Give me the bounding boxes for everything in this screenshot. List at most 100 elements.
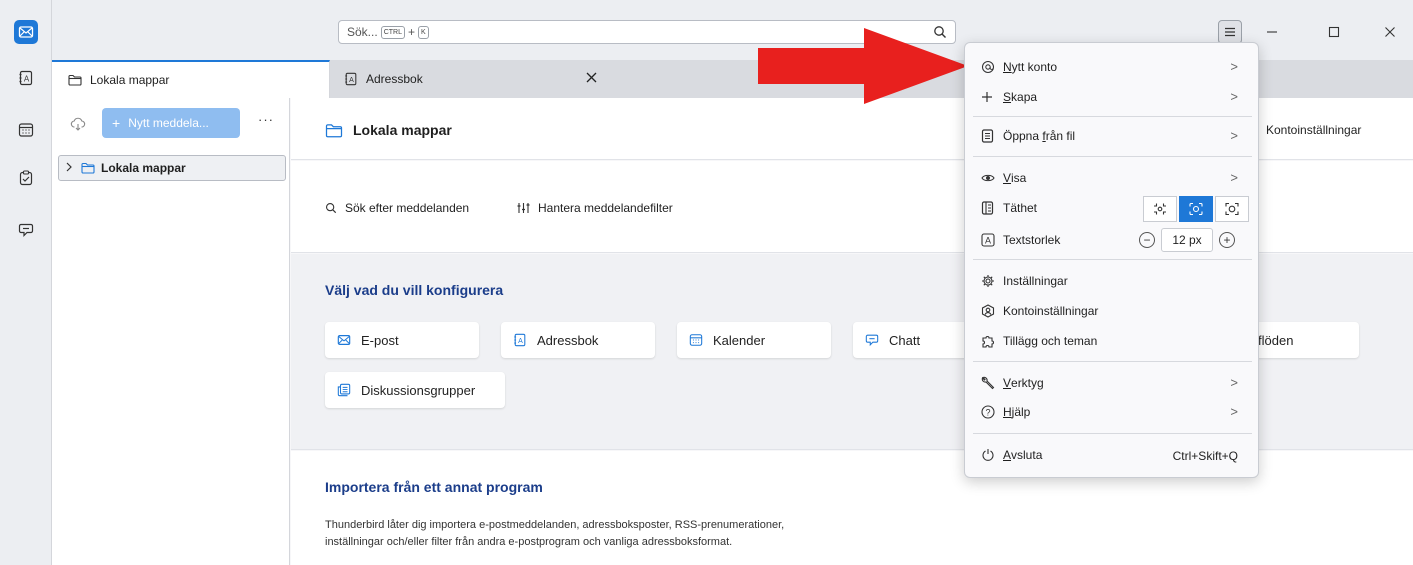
folder-label: Lokala mappar — [101, 161, 186, 175]
svg-text:A: A — [518, 338, 523, 345]
menu-label: ytt konto — [1011, 60, 1058, 74]
eye-icon — [981, 173, 1003, 183]
search-kbd-ctrl: CTRL — [380, 25, 405, 39]
menu-label: Inställningar — [1003, 274, 1068, 288]
chevron-right-icon: > — [1230, 170, 1238, 185]
accel-key: S — [1003, 90, 1012, 104]
close-window-button[interactable] — [1380, 22, 1400, 42]
plus-icon: + — [112, 115, 121, 131]
spaces-toolbar: A — [0, 0, 52, 565]
density-normal-button[interactable] — [1179, 196, 1213, 222]
address-book-icon[interactable]: A — [14, 66, 38, 90]
menu-item-addons[interactable]: Tillägg och teman — [973, 327, 1252, 355]
menu-label: erktyg — [1011, 376, 1044, 390]
mail-icon[interactable] — [14, 20, 38, 44]
tab-label: Lokala mappar — [90, 73, 170, 87]
menu-separator — [973, 116, 1252, 117]
search-messages-button[interactable]: Sök efter meddelanden — [325, 201, 469, 215]
minimize-button[interactable] — [1262, 22, 1282, 42]
tab-address-book[interactable]: A Adressbok — [330, 60, 608, 98]
chat-icon — [865, 333, 879, 347]
search-kbd-plus: + — [407, 25, 415, 39]
account-settings-link[interactable]: Kontoinställningar — [1266, 123, 1361, 137]
folder-pane-menu-button[interactable]: ··· — [258, 112, 274, 127]
menu-separator — [973, 156, 1252, 157]
density-touch-button[interactable] — [1215, 196, 1249, 222]
font-size-value[interactable]: 12 px — [1161, 228, 1213, 252]
tasks-icon[interactable] — [14, 166, 38, 190]
setup-newsgroups-button[interactable]: Diskussionsgrupper — [325, 372, 505, 408]
folder-pane: + Nytt meddela... ··· Lokala mappar — [52, 98, 290, 565]
menu-label: vsluta — [1011, 448, 1043, 462]
help-icon: ? — [981, 405, 1003, 419]
puzzle-icon — [981, 334, 1003, 348]
folder-icon — [68, 74, 82, 86]
font-size-decrease-button[interactable]: − — [1139, 232, 1155, 248]
density-options — [1141, 196, 1249, 222]
menu-item-tools[interactable]: Verktyg > — [973, 369, 1252, 397]
chat-icon[interactable] — [14, 218, 38, 242]
accel-key: V — [1003, 376, 1012, 390]
chevron-right-icon: > — [1230, 89, 1238, 104]
svg-text:A: A — [24, 75, 30, 84]
setup-label: Diskussionsgrupper — [361, 382, 476, 398]
folder-tree-item[interactable]: Lokala mappar — [58, 155, 286, 181]
density-normal-icon — [1189, 202, 1203, 216]
chevron-right-icon: > — [1230, 59, 1238, 74]
svg-text:A: A — [349, 77, 354, 84]
accel-key: A — [1003, 448, 1012, 462]
close-tab-icon[interactable] — [580, 66, 602, 88]
setup-label: Kalender — [713, 332, 766, 348]
page-title: Lokala mappar — [325, 122, 452, 138]
density-icon — [981, 201, 1003, 215]
manage-filters-button[interactable]: Hantera meddelandefilter — [517, 201, 673, 215]
menu-separator — [973, 259, 1252, 260]
menu-label: Kontoinställningar — [1003, 304, 1099, 318]
hamburger-icon — [1225, 27, 1235, 37]
setup-address-book-button[interactable]: A Adressbok — [501, 322, 655, 358]
menu-label: isa — [1011, 171, 1027, 185]
import-desc-line: Thunderbird låter dig importera e-postme… — [325, 519, 785, 531]
menu-item-account-settings[interactable]: Kontoinställningar — [973, 297, 1252, 325]
menu-label: Tillägg och teman — [1003, 334, 1098, 348]
menu-item-help[interactable]: ? Hjälp > — [973, 398, 1252, 426]
import-description: Thunderbird låter dig importera e-postme… — [325, 517, 925, 551]
get-messages-icon[interactable] — [70, 116, 86, 135]
chevron-right-icon[interactable] — [65, 161, 73, 175]
import-title: Importera från ett annat program — [325, 479, 543, 495]
menu-item-create[interactable]: Skapa > — [973, 83, 1252, 111]
menu-item-view[interactable]: Visa > — [973, 164, 1252, 192]
wrench-icon — [981, 376, 1003, 390]
folder-icon — [325, 123, 343, 138]
menu-item-font-size: A Textstorlek − 12 px + — [973, 226, 1252, 254]
menu-item-new-account[interactable]: Nytt konto > — [973, 53, 1252, 81]
menu-label: rån fil — [1045, 129, 1076, 143]
setup-calendar-button[interactable]: Kalender — [677, 322, 831, 358]
new-message-button[interactable]: + Nytt meddela... — [102, 108, 240, 138]
menu-item-quit[interactable]: Avsluta Ctrl+Skift+Q — [973, 441, 1252, 469]
setup-chat-button[interactable]: Chatt — [853, 322, 973, 358]
menu-label: kapa — [1011, 90, 1038, 104]
chevron-right-icon: > — [1230, 404, 1238, 419]
power-icon — [981, 448, 1003, 462]
font-size-increase-button[interactable]: + — [1219, 232, 1235, 248]
new-account-icon — [981, 60, 1003, 74]
setup-title: Välj vad du vill konfigurera — [325, 282, 504, 298]
accel-key: N — [1003, 60, 1012, 74]
filter-icon — [517, 202, 530, 214]
menu-item-settings[interactable]: Inställningar — [973, 267, 1252, 295]
tab-local-folders[interactable]: Lokala mappar — [52, 60, 330, 98]
app-menu-button[interactable] — [1218, 20, 1242, 44]
density-compact-button[interactable] — [1143, 196, 1177, 222]
open-file-icon — [981, 129, 1003, 143]
menu-item-open-file[interactable]: Öppna f rån fil > — [973, 122, 1252, 150]
search-placeholder: Sök... — [347, 25, 378, 39]
setup-email-button[interactable]: E-post — [325, 322, 479, 358]
accel-key: H — [1003, 405, 1012, 419]
menu-item-density: Täthet — [973, 194, 1252, 222]
setup-label: E-post — [361, 332, 399, 348]
calendar-icon[interactable] — [14, 118, 38, 142]
page-title-label: Lokala mappar — [353, 122, 452, 138]
action-label: Hantera meddelandefilter — [538, 201, 673, 215]
maximize-button[interactable] — [1324, 22, 1344, 42]
